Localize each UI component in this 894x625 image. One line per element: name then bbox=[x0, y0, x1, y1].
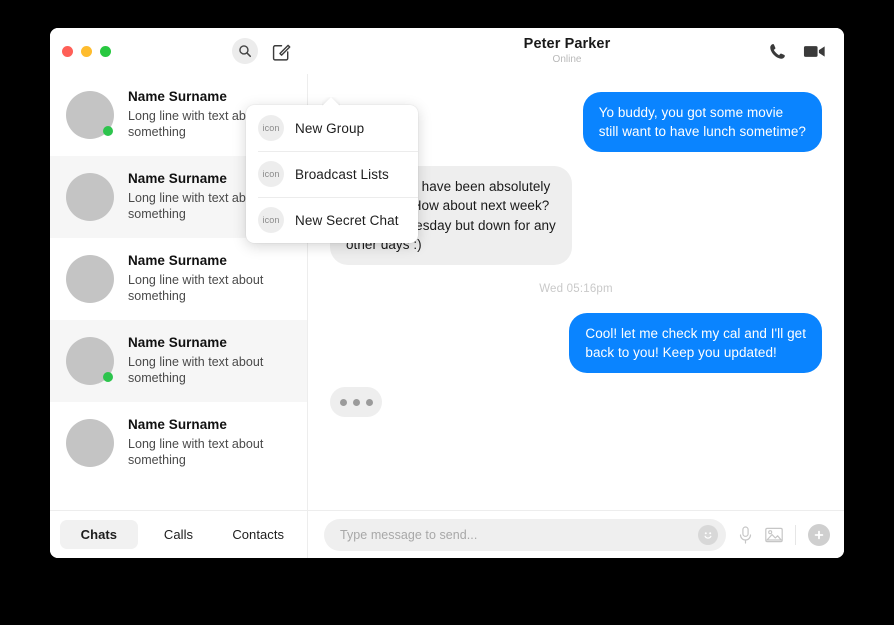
compose-dropdown-menu: icon New Group icon Broadcast Lists icon… bbox=[246, 105, 418, 243]
tab-calls[interactable]: Calls bbox=[140, 520, 218, 549]
phone-icon bbox=[770, 43, 785, 59]
chat-item-name: Name Surname bbox=[128, 416, 227, 432]
chat-titlebar: Peter Parker Online bbox=[308, 28, 844, 74]
tab-contacts[interactable]: Contacts bbox=[219, 520, 297, 549]
new-secret-chat-icon: icon bbox=[258, 207, 284, 233]
typing-dot bbox=[352, 398, 360, 406]
compose-icon bbox=[272, 44, 290, 61]
tab-chats[interactable]: Chats bbox=[60, 520, 138, 549]
sidebar-tabs: Chats Calls Contacts bbox=[50, 510, 307, 558]
avatar-wrap bbox=[66, 173, 114, 221]
typing-indicator bbox=[330, 387, 382, 418]
composer-bar: Type message to send... bbox=[308, 510, 844, 558]
avatar bbox=[66, 419, 114, 467]
message-row: Cool! let me check my cal and I'll get b… bbox=[330, 312, 822, 374]
online-status-dot bbox=[103, 126, 113, 136]
voice-call-button[interactable] bbox=[768, 42, 787, 61]
chat-peer-info: Peter Parker Online bbox=[326, 36, 768, 66]
chat-item-texts: Name Surname Long line with text about s… bbox=[128, 253, 291, 306]
menu-item-label: New Secret Chat bbox=[295, 212, 399, 228]
chat-item-preview: Long line with text about something bbox=[128, 354, 264, 386]
chat-item-preview: Long line with text about something bbox=[128, 272, 264, 304]
image-icon bbox=[765, 527, 783, 542]
message-bubble-outgoing: Yo buddy, you got some movie still want … bbox=[582, 92, 822, 153]
menu-item-label: New Group bbox=[295, 120, 365, 136]
search-button[interactable] bbox=[232, 38, 258, 64]
chat-peer-name: Peter Parker bbox=[523, 36, 611, 53]
avatar bbox=[66, 255, 114, 303]
typing-dot bbox=[365, 398, 373, 406]
more-options-button[interactable] bbox=[808, 523, 830, 546]
traffic-lights bbox=[62, 45, 111, 57]
avatar-wrap bbox=[66, 337, 114, 385]
search-icon bbox=[239, 45, 252, 58]
menu-item-new-secret-chat[interactable]: icon New Secret Chat bbox=[246, 197, 418, 243]
microphone-icon bbox=[739, 525, 752, 544]
chat-list-item[interactable]: Name Surname Long line with text about s… bbox=[50, 402, 307, 484]
video-call-button[interactable] bbox=[803, 42, 826, 61]
menu-item-label: Broadcast Lists bbox=[295, 166, 389, 182]
chat-peer-status: Online bbox=[552, 53, 582, 65]
video-icon bbox=[803, 45, 825, 57]
chat-item-texts: Name Surname Long line with text about s… bbox=[128, 335, 291, 388]
window-body: Name Surname Long line with text about s… bbox=[50, 74, 844, 558]
chat-list-item[interactable]: Name Surname Long line with text about s… bbox=[50, 238, 307, 320]
sidebar-titlebar bbox=[50, 28, 308, 74]
avatar bbox=[66, 173, 114, 221]
message-row bbox=[330, 387, 822, 418]
avatar-wrap bbox=[66, 91, 114, 139]
app-window: Peter Parker Online Name Surname Long li… bbox=[50, 28, 844, 558]
avatar-wrap bbox=[66, 419, 114, 467]
compose-message-button[interactable] bbox=[268, 38, 294, 64]
message-timestamp: Wed 05:16pm bbox=[539, 282, 613, 295]
chat-item-name: Name Surname bbox=[128, 252, 227, 268]
record-voice-button[interactable] bbox=[738, 525, 753, 544]
new-group-icon: icon bbox=[258, 115, 284, 141]
plus-icon bbox=[814, 530, 824, 539]
online-status-dot bbox=[103, 372, 113, 382]
maximize-window-button[interactable] bbox=[100, 45, 111, 57]
message-bubble-outgoing: Cool! let me check my cal and I'll get b… bbox=[569, 312, 822, 374]
menu-item-new-group[interactable]: icon New Group bbox=[246, 105, 418, 151]
typing-dot bbox=[339, 398, 347, 406]
close-window-button[interactable] bbox=[62, 45, 73, 57]
chat-call-actions bbox=[768, 42, 826, 61]
composer-divider bbox=[795, 524, 796, 545]
menu-item-broadcast-lists[interactable]: icon Broadcast Lists bbox=[246, 151, 418, 197]
chat-item-preview: Long line with text about something bbox=[128, 436, 264, 468]
chat-item-name: Name Surname bbox=[128, 88, 227, 104]
message-input[interactable]: Type message to send... bbox=[324, 518, 726, 551]
chat-list-item[interactable]: Name Surname Long line with text about s… bbox=[50, 320, 307, 402]
smiley-icon bbox=[704, 531, 712, 539]
attach-image-button[interactable] bbox=[765, 527, 783, 543]
chat-item-name: Name Surname bbox=[128, 334, 227, 350]
titlebar: Peter Parker Online bbox=[50, 28, 844, 74]
minimize-window-button[interactable] bbox=[81, 45, 92, 57]
avatar-wrap bbox=[66, 255, 114, 303]
composer-actions bbox=[738, 523, 830, 546]
chat-item-texts: Name Surname Long line with text about s… bbox=[128, 417, 291, 470]
broadcast-lists-icon: icon bbox=[258, 161, 284, 187]
emoji-button[interactable] bbox=[698, 524, 718, 545]
message-input-placeholder: Type message to send... bbox=[340, 527, 478, 542]
sidebar-actions bbox=[232, 38, 294, 64]
